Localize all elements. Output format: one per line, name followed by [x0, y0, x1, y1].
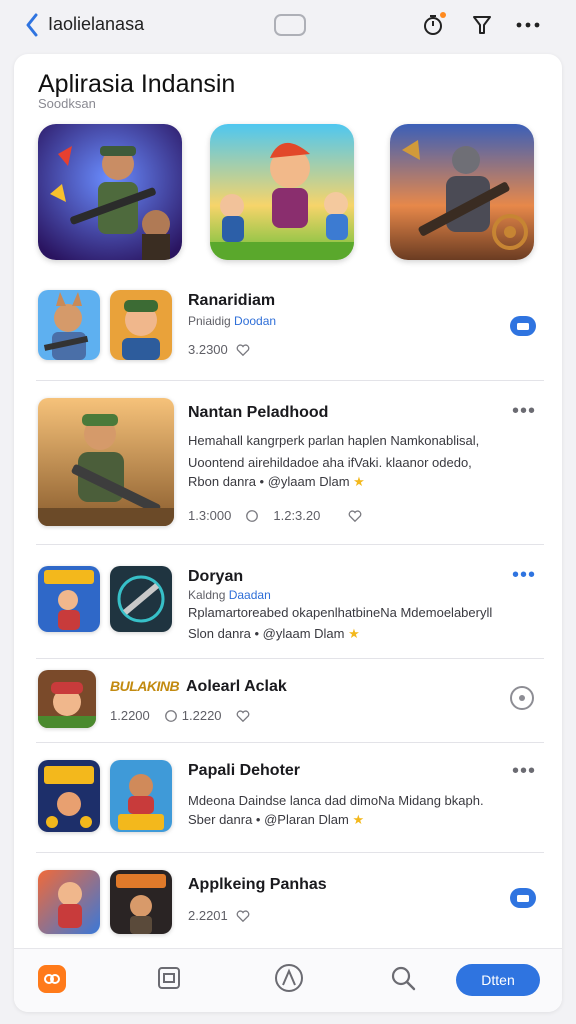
row-meta: 1.3:000 1.2:3.20: [188, 508, 362, 523]
install-button[interactable]: [510, 316, 536, 336]
apps-icon[interactable]: [154, 963, 184, 993]
divider: [36, 658, 544, 659]
featured-app-3[interactable]: [390, 124, 534, 260]
row-meta: 3.2300: [188, 342, 250, 357]
download-count: 1.2200: [110, 708, 150, 723]
row-subtitle: Kaldng Daadan: [188, 588, 271, 602]
app-icon-applkeing-1[interactable]: [38, 870, 100, 934]
download-count: 2.2201: [188, 908, 228, 923]
open-button[interactable]: Dtten: [456, 964, 540, 996]
heart-icon[interactable]: [236, 909, 250, 923]
featured-app-2[interactable]: [210, 124, 354, 260]
divider: [36, 852, 544, 853]
timer-icon[interactable]: [420, 12, 448, 38]
bottom-nav: Dtten: [14, 948, 562, 1012]
row-subtitle: Pniaidig Doodan: [188, 314, 276, 328]
row-description-line: Rplamartoreabed okapenlhatbineNa Mdemoel…: [188, 605, 493, 620]
app-icon-ranaridiam-1[interactable]: [38, 290, 100, 360]
heart-icon[interactable]: [236, 343, 250, 357]
app-icon-doryan-2[interactable]: [110, 566, 172, 632]
star-icon: ★: [353, 474, 365, 489]
app-icon-doryan-1[interactable]: [38, 566, 100, 632]
row-description-line: Mdeona Daindse lanca dad dimoNa Midang b…: [188, 793, 484, 808]
install-button[interactable]: [510, 888, 536, 908]
app-list-card: Aplirasia Indansin Soodksan Ranaridiam P…: [14, 54, 562, 1012]
search-icon[interactable]: [388, 963, 418, 993]
comment-count: 1.2220: [181, 708, 222, 723]
section-subtitle: Soodksan: [38, 96, 96, 111]
row-tag: Sber danra • @Plaran Dlam ★: [188, 812, 364, 828]
row-title[interactable]: Nantan Peladhood: [188, 404, 328, 422]
title-badge: BULAKINB: [110, 678, 180, 694]
chevron-left-icon[interactable]: [20, 12, 44, 38]
developer-link[interactable]: Daadan: [229, 588, 271, 602]
row-description-line: Hemahall kangrperk parlan haplen Namkona…: [188, 433, 480, 448]
heart-icon[interactable]: [348, 509, 362, 523]
tab-switcher-icon[interactable]: [274, 14, 306, 36]
row-title[interactable]: Ranaridiam: [188, 292, 275, 310]
more-options-icon[interactable]: •••: [512, 761, 536, 781]
row-meta: 1.2200 1.2220: [110, 708, 250, 723]
app-icon-papali-1[interactable]: [38, 760, 100, 832]
row-subtitle-text: Pniaidig: [188, 314, 235, 328]
developer-link[interactable]: Doodan: [234, 314, 276, 328]
app-icon-ranaridiam-2[interactable]: [110, 290, 172, 360]
heart-icon[interactable]: [236, 709, 250, 723]
featured-app-1[interactable]: [38, 124, 182, 260]
store-icon[interactable]: [274, 963, 304, 993]
star-icon: ★: [348, 626, 360, 641]
row-title[interactable]: Aolearl Aclak: [186, 678, 287, 696]
row-meta: 2.2201: [188, 908, 250, 923]
filter-icon[interactable]: [468, 12, 496, 38]
more-icon[interactable]: [514, 12, 542, 38]
more-options-icon[interactable]: •••: [512, 401, 536, 421]
row-tag: Slon danra • @ylaam Dlam ★: [188, 626, 360, 642]
app-icon-applkeing-2[interactable]: [110, 870, 172, 934]
row-tag-text: Sber danra • @Plaran Dlam: [188, 812, 349, 827]
record-icon[interactable]: [510, 686, 534, 710]
divider: [36, 742, 544, 743]
app-icon-aolearl[interactable]: [38, 670, 96, 728]
row-tag-text: Slon danra • @ylaam Dlam: [188, 626, 345, 641]
divider: [36, 380, 544, 381]
row-title[interactable]: Doryan: [188, 568, 243, 586]
top-bar: Iaolielanasa: [0, 0, 576, 52]
comment-icon[interactable]: [164, 709, 178, 723]
row-tag-text: Rbon danra • @ylaam Dlam: [188, 474, 350, 489]
home-icon[interactable]: [38, 965, 66, 993]
page-title: Iaolielanasa: [48, 14, 145, 34]
app-icon-nantan[interactable]: [38, 398, 174, 526]
star-icon: ★: [352, 812, 365, 827]
row-description-line: Uoontend airehildadoe aha ifVaki. klaano…: [188, 455, 472, 470]
comment-icon[interactable]: [245, 509, 259, 523]
download-count: 3.2300: [188, 342, 228, 357]
comment-count: 1.2:3.20: [273, 508, 321, 523]
row-subtitle-text: Kaldng: [188, 588, 229, 602]
section-title: Aplirasia Indansin: [38, 70, 236, 98]
row-tag: Rbon danra • @ylaam Dlam ★: [188, 474, 365, 490]
download-count: 1.3:000: [188, 508, 232, 523]
row-title[interactable]: Papali Dehoter: [188, 762, 300, 780]
divider: [36, 544, 544, 545]
row-title[interactable]: Applkeing Panhas: [188, 876, 327, 894]
more-options-icon[interactable]: •••: [512, 565, 536, 585]
app-icon-papali-2[interactable]: [110, 760, 172, 832]
